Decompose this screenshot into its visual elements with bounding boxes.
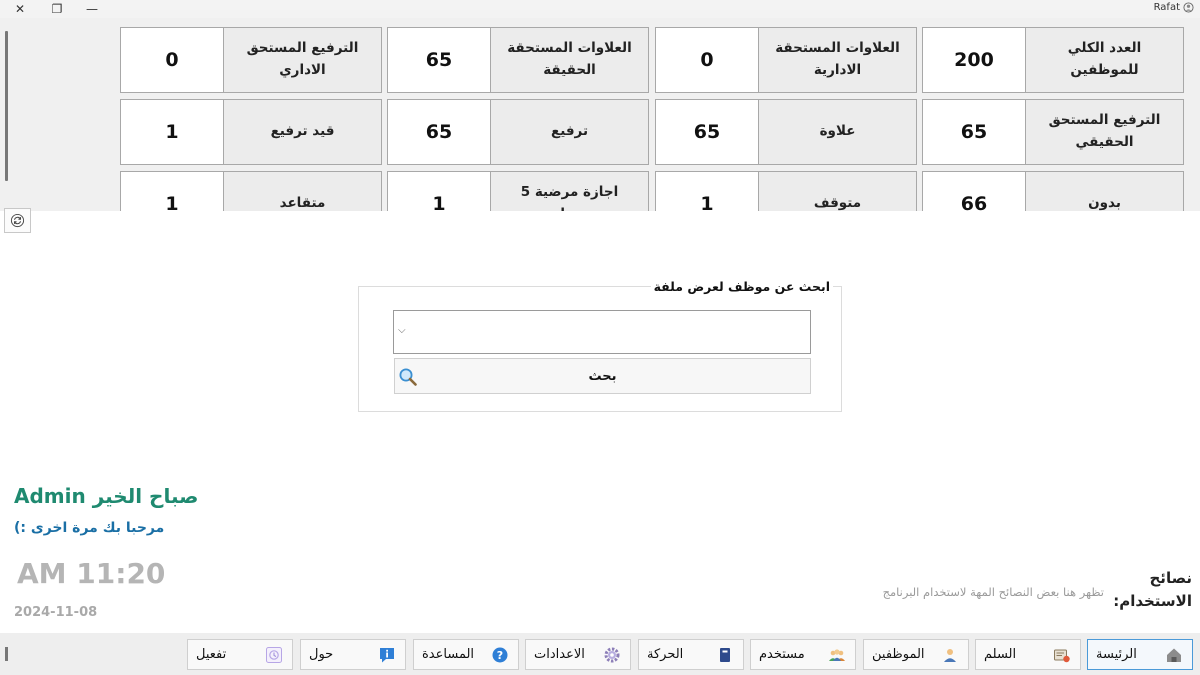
nav-help-button[interactable]: ? المساعدة bbox=[413, 639, 519, 670]
refresh-icon bbox=[10, 213, 25, 228]
stat-value: 65 bbox=[388, 100, 491, 164]
nav-users-button[interactable]: مستخدم bbox=[750, 639, 856, 670]
stat-value: 65 bbox=[656, 100, 759, 164]
home-icon bbox=[1164, 645, 1184, 665]
clock-time: AM 11:20 bbox=[17, 557, 166, 590]
current-user: Rafat bbox=[1154, 2, 1194, 13]
nav-label: حول bbox=[309, 647, 334, 662]
users-icon bbox=[827, 645, 847, 665]
nav-about-button[interactable]: حول bbox=[300, 639, 406, 670]
bottom-navigation: الرئيسة السلم الموظفين مستخدم الحركة الا… bbox=[0, 633, 1200, 675]
stat-card-none: 66 بدون bbox=[922, 171, 1184, 211]
nav-scale-button[interactable]: السلم bbox=[975, 639, 1081, 670]
stat-card-real-promotion: 65 الترفيع المستحق الحقيقي bbox=[922, 99, 1184, 165]
stat-value: 1 bbox=[656, 172, 759, 211]
close-window-button[interactable]: ✕ bbox=[10, 1, 30, 17]
search-group-title: ابحث عن موظف لعرض ملفة bbox=[650, 279, 833, 294]
stat-card-admin-promotion: 0 الترفيع المستحق الاداري bbox=[120, 27, 382, 93]
search-button-label: بحث bbox=[588, 368, 617, 384]
stat-label: العدد الكلي للموظفين bbox=[1067, 40, 1142, 78]
help-icon: ? bbox=[490, 645, 510, 665]
nav-label: مستخدم bbox=[759, 647, 805, 662]
activate-icon bbox=[264, 645, 284, 665]
statistics-panel: 200 العدد الكلي للموظفين 0 العلاوات المس… bbox=[0, 18, 1200, 211]
stat-card-retired: 1 متقاعد bbox=[120, 171, 382, 211]
greeting-text: صباح الخير Admin bbox=[14, 484, 199, 508]
stat-card-promotion: 65 ترفيع bbox=[387, 99, 649, 165]
stat-card-total-employees: 200 العدد الكلي للموظفين bbox=[922, 27, 1184, 93]
nav-label: الاعدادات bbox=[534, 647, 585, 662]
stat-card-real-allowances: 65 العلاوات المستحقة الحقيقة bbox=[387, 27, 649, 93]
svg-text:?: ? bbox=[497, 649, 503, 662]
refresh-button[interactable] bbox=[4, 208, 31, 233]
scale-icon bbox=[1052, 645, 1072, 665]
stat-value: 66 bbox=[923, 172, 1026, 211]
search-button[interactable]: بحث bbox=[394, 358, 811, 394]
stat-card-allowance: 65 علاوة bbox=[655, 99, 917, 165]
welcome-text: مرحبا بك مرة اخرى :) bbox=[14, 520, 165, 536]
stats-scrollbar[interactable] bbox=[5, 31, 8, 181]
stat-label: العلاوات المستحقة الادارية bbox=[775, 40, 900, 78]
user-name: Rafat bbox=[1153, 2, 1180, 13]
nav-label: السلم bbox=[984, 647, 1017, 662]
stat-card-stopped: 1 متوقف bbox=[655, 171, 917, 211]
stat-label: الترفيع المستحق الحقيقي bbox=[1048, 112, 1161, 150]
stat-label: متقاعد bbox=[279, 195, 326, 211]
stat-value: 1 bbox=[121, 172, 224, 211]
employee-icon bbox=[940, 645, 960, 665]
nav-settings-button[interactable]: الاعدادات bbox=[525, 639, 631, 670]
stat-label: اجازة مرضية 5 سنوات bbox=[520, 184, 619, 211]
stat-card-admin-allowances: 0 العلاوات المستحقة الادارية bbox=[655, 27, 917, 93]
user-icon bbox=[1183, 2, 1194, 13]
stat-value: 1 bbox=[388, 172, 491, 211]
nav-label: تفعيل bbox=[196, 647, 227, 662]
nav-movement-button[interactable]: الحركة bbox=[638, 639, 744, 670]
nav-label: المساعدة bbox=[422, 647, 475, 662]
stat-value: 65 bbox=[388, 28, 491, 92]
gear-icon bbox=[602, 645, 622, 665]
stat-card-sick-leave: 1 اجازة مرضية 5 سنوات bbox=[387, 171, 649, 211]
stat-label: ترفيع bbox=[550, 123, 589, 140]
minimize-window-button[interactable]: — bbox=[82, 1, 102, 17]
nav-home-button[interactable]: الرئيسة bbox=[1087, 639, 1193, 670]
magnifier-icon bbox=[399, 368, 417, 386]
stat-label: الترفيع المستحق الاداري bbox=[246, 40, 359, 78]
stat-value: 200 bbox=[923, 28, 1026, 92]
nav-scrollbar[interactable] bbox=[5, 647, 8, 661]
restore-window-button[interactable]: ❐ bbox=[47, 1, 67, 17]
stat-value: 0 bbox=[121, 28, 224, 92]
nav-label: الموظفين bbox=[872, 647, 925, 662]
stat-label: متوقف bbox=[813, 195, 862, 211]
employee-search-group: ابحث عن موظف لعرض ملفة ⌵ بحث bbox=[358, 279, 842, 412]
stat-value: 1 bbox=[121, 100, 224, 164]
book-icon bbox=[715, 645, 735, 665]
employee-search-combobox[interactable]: ⌵ bbox=[393, 310, 811, 354]
nav-label: الحركة bbox=[647, 647, 684, 662]
chevron-down-icon[interactable]: ⌵ bbox=[398, 325, 406, 336]
stat-label: قيد ترفيع bbox=[270, 123, 335, 140]
nav-activate-button[interactable]: تفعيل bbox=[187, 639, 293, 670]
nav-label: الرئيسة bbox=[1096, 647, 1137, 662]
stat-value: 0 bbox=[656, 28, 759, 92]
stat-card-pending-promotion: 1 قيد ترفيع bbox=[120, 99, 382, 165]
stat-label: العلاوات المستحقة الحقيقة bbox=[507, 40, 632, 78]
info-icon bbox=[377, 645, 397, 665]
stat-label: علاوة bbox=[819, 123, 856, 140]
stat-label: بدون bbox=[1088, 195, 1121, 211]
title-bar: ✕ ❐ — Rafat bbox=[0, 0, 1200, 18]
tips-text: تظهر هنا بعض النصائح المهة لاستخدام البر… bbox=[882, 585, 1104, 599]
nav-employees-button[interactable]: الموظفين bbox=[863, 639, 969, 670]
stat-value: 65 bbox=[923, 100, 1026, 164]
current-date: 2024-11-08 bbox=[14, 605, 98, 620]
